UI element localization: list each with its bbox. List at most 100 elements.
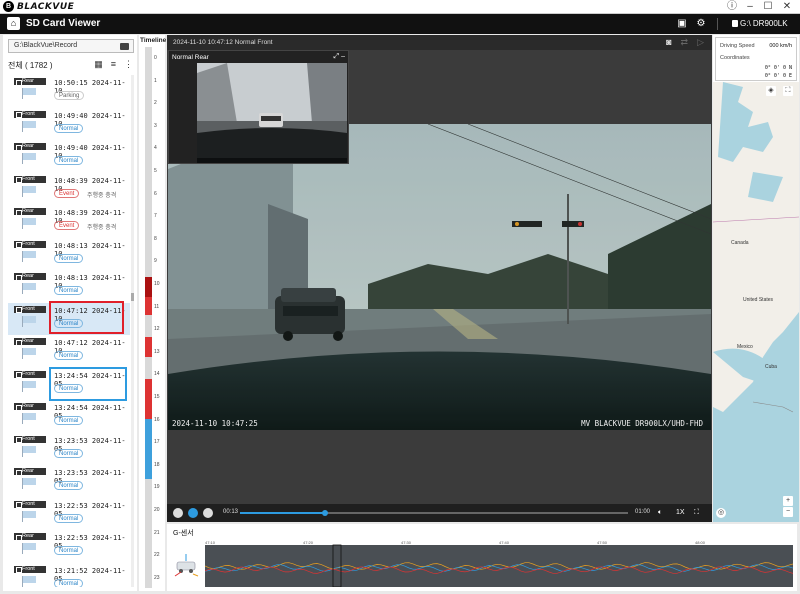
locate-icon[interactable]: ◎ (716, 508, 726, 518)
file-list-item[interactable]: Rear 10:49:40 2024-11-10 Normal (8, 140, 130, 173)
map-view[interactable]: Canada United States Mexico Cuba ◈ ⛶ + −… (713, 82, 799, 522)
maximize-button[interactable]: ☐ (758, 0, 778, 14)
folder-icon[interactable] (120, 43, 129, 50)
calendar-icon[interactable]: ▦ (94, 59, 103, 70)
recording-type-badge: Parking (54, 91, 85, 100)
file-list-item[interactable]: Front 13:23:53 2024-11-05 Normal (8, 433, 130, 466)
layers-icon[interactable]: ◈ (766, 86, 776, 96)
close-button[interactable]: ✕ (777, 0, 797, 14)
rear-video-pip[interactable]: Normal Rear ⤢ – (168, 50, 349, 164)
timeline-segment-event[interactable] (145, 297, 152, 315)
recording-type-badge: Normal (54, 546, 84, 555)
timeline-hour-label: 6 (154, 190, 157, 197)
flag-icon (22, 185, 38, 197)
timeline-hour-label: 21 (154, 529, 160, 536)
flag-icon (22, 315, 38, 327)
playback-speed[interactable]: 1X (676, 509, 685, 516)
timeline-hour-label: 2 (154, 100, 157, 107)
front-video[interactable]: 2024-11-10 10:47:25 MV BLACKVUE DR900LX/… (168, 124, 711, 430)
seek-bar[interactable] (240, 510, 628, 516)
timeline-hour-label: 5 (154, 168, 157, 174)
file-list-item[interactable]: Front 10:47:12 2024-11-10 Normal (8, 302, 130, 335)
timeline-hour-label: 17 (154, 439, 160, 446)
event-note: 주행중 충격 (87, 192, 117, 199)
timeline-hour-label: 14 (154, 371, 160, 378)
file-list-item[interactable]: Front 13:21:52 2024-11-05 Normal (8, 563, 130, 588)
g-sensor-chart[interactable]: 47:10 47:20 47:30 47:40 47:50 48:00 (205, 539, 793, 587)
file-list-item[interactable]: Rear 13:23:53 2024-11-05 Normal (8, 465, 130, 498)
flag-icon (22, 575, 38, 587)
list-tools: ▦ ≡ ⋮ (94, 59, 133, 70)
recording-type-badge: Normal (54, 351, 84, 360)
g-sensor-panel: G-센서 47:10 47:20 47:30 47:40 47:50 48:00 (167, 524, 797, 591)
file-list-item[interactable]: Rear 10:48:13 2024-11-10 Normal (8, 270, 130, 303)
timeline-hour-label: 15 (154, 394, 160, 400)
file-list-item[interactable]: Front 10:49:40 2024-11-10 Normal (8, 108, 130, 141)
timeline-segment-normal[interactable] (145, 419, 152, 479)
file-list-item[interactable]: Front 13:22:53 2024-11-05 Normal (8, 498, 130, 531)
timeline-segment-event[interactable] (145, 277, 152, 297)
volume-icon[interactable]: 🔈︎ (658, 509, 662, 517)
timeline-segment-event[interactable] (145, 337, 152, 357)
map-label-mexico: Mexico (737, 344, 753, 350)
flag-icon (22, 543, 38, 554)
next-file-button[interactable] (203, 508, 213, 518)
seek-handle[interactable] (322, 510, 329, 516)
video-thumbnail: Rear (14, 273, 46, 297)
prev-file-button[interactable] (173, 508, 183, 518)
map-fullscreen-icon[interactable]: ⛶ (783, 86, 793, 96)
camera-tag: Front (14, 435, 46, 443)
home-icon[interactable]: ⌂ (7, 17, 20, 30)
scrollbar-thumb[interactable] (131, 293, 134, 301)
minimize-button[interactable]: – (740, 0, 760, 14)
timeline-segment-event[interactable] (145, 399, 152, 419)
timeline-hour-label: 8 (154, 235, 157, 242)
video-thumbnail: Rear (14, 533, 46, 557)
play-button[interactable] (188, 508, 198, 518)
file-list-item[interactable]: Front 10:48:39 2024-11-10 Event 주행중 충격 (8, 173, 130, 206)
timeline-strip[interactable] (145, 47, 152, 588)
file-list-item[interactable]: Rear 13:22:53 2024-11-05 Normal (8, 530, 130, 563)
list-scrollbar[interactable] (131, 75, 134, 587)
flag-icon (22, 250, 38, 262)
swap-icon[interactable]: ⇄ (681, 37, 689, 48)
event-note: 주행중 충격 (87, 225, 117, 231)
camera-icon[interactable]: ◙ (666, 37, 671, 48)
camera-tag: Rear (14, 143, 46, 151)
file-count[interactable]: 전체 ( 1782 ) (8, 60, 53, 71)
speed-value: 000 km/h (769, 43, 792, 49)
video-player: 2024-11-10 10:47:12 Normal Front ◙ ⇄ ▷ 2… (167, 35, 712, 522)
timeline-hour-label: 20 (154, 507, 160, 513)
zoom-out-button[interactable]: − (783, 507, 793, 517)
file-list-item[interactable]: Rear 10:47:12 2024-11-10 Normal (8, 335, 130, 368)
folder-path-field[interactable]: G:\BlackVue\Record (8, 39, 134, 53)
zoom-in-button[interactable]: + (783, 496, 793, 506)
fullscreen-icon[interactable]: ⛶ (694, 509, 699, 517)
video-thumbnail: Rear (14, 208, 46, 232)
video-thumbnail: Front (14, 565, 46, 588)
flag-icon (22, 510, 38, 522)
more-icon[interactable]: ⋮ (124, 59, 133, 70)
g-sensor-tick: 48:00 (695, 540, 706, 545)
timeline-segment-event[interactable] (145, 379, 152, 399)
file-list-item[interactable]: Rear 10:50:15 2024-11-10 Parking (8, 75, 130, 108)
rear-video-frame (197, 63, 347, 163)
file-list-item[interactable]: Rear 13:24:54 2024-11-05 Normal (8, 400, 130, 433)
export-icon[interactable]: ▷ (697, 37, 704, 48)
timeline-hour-label: 16 (154, 416, 160, 423)
video-thumbnail: Front (14, 370, 46, 395)
info-icon[interactable]: ⓘ (722, 0, 742, 14)
camera-tag: Front (14, 175, 46, 183)
filter-icon[interactable]: ≡ (111, 59, 116, 70)
gear-icon[interactable]: ⚙ (694, 17, 708, 31)
latitude: 0° 0' 0 N (764, 65, 792, 71)
file-list-item[interactable]: Rear 10:48:39 2024-11-10 Event 주행중 충격 (8, 205, 130, 238)
flag-icon (22, 120, 38, 132)
file-list-item[interactable]: Front 13:24:54 2024-11-05 Normal (8, 368, 130, 401)
sd-card-icon[interactable]: ▣ (675, 17, 689, 31)
video-thumbnail: Rear (14, 338, 46, 362)
map-label-canada: Canada (731, 240, 749, 246)
file-list-item[interactable]: Front 10:48:13 2024-11-10 Normal (8, 238, 130, 271)
expand-icon[interactable]: ⤢ (334, 53, 340, 60)
minimize-pip-icon[interactable]: – (341, 53, 345, 60)
